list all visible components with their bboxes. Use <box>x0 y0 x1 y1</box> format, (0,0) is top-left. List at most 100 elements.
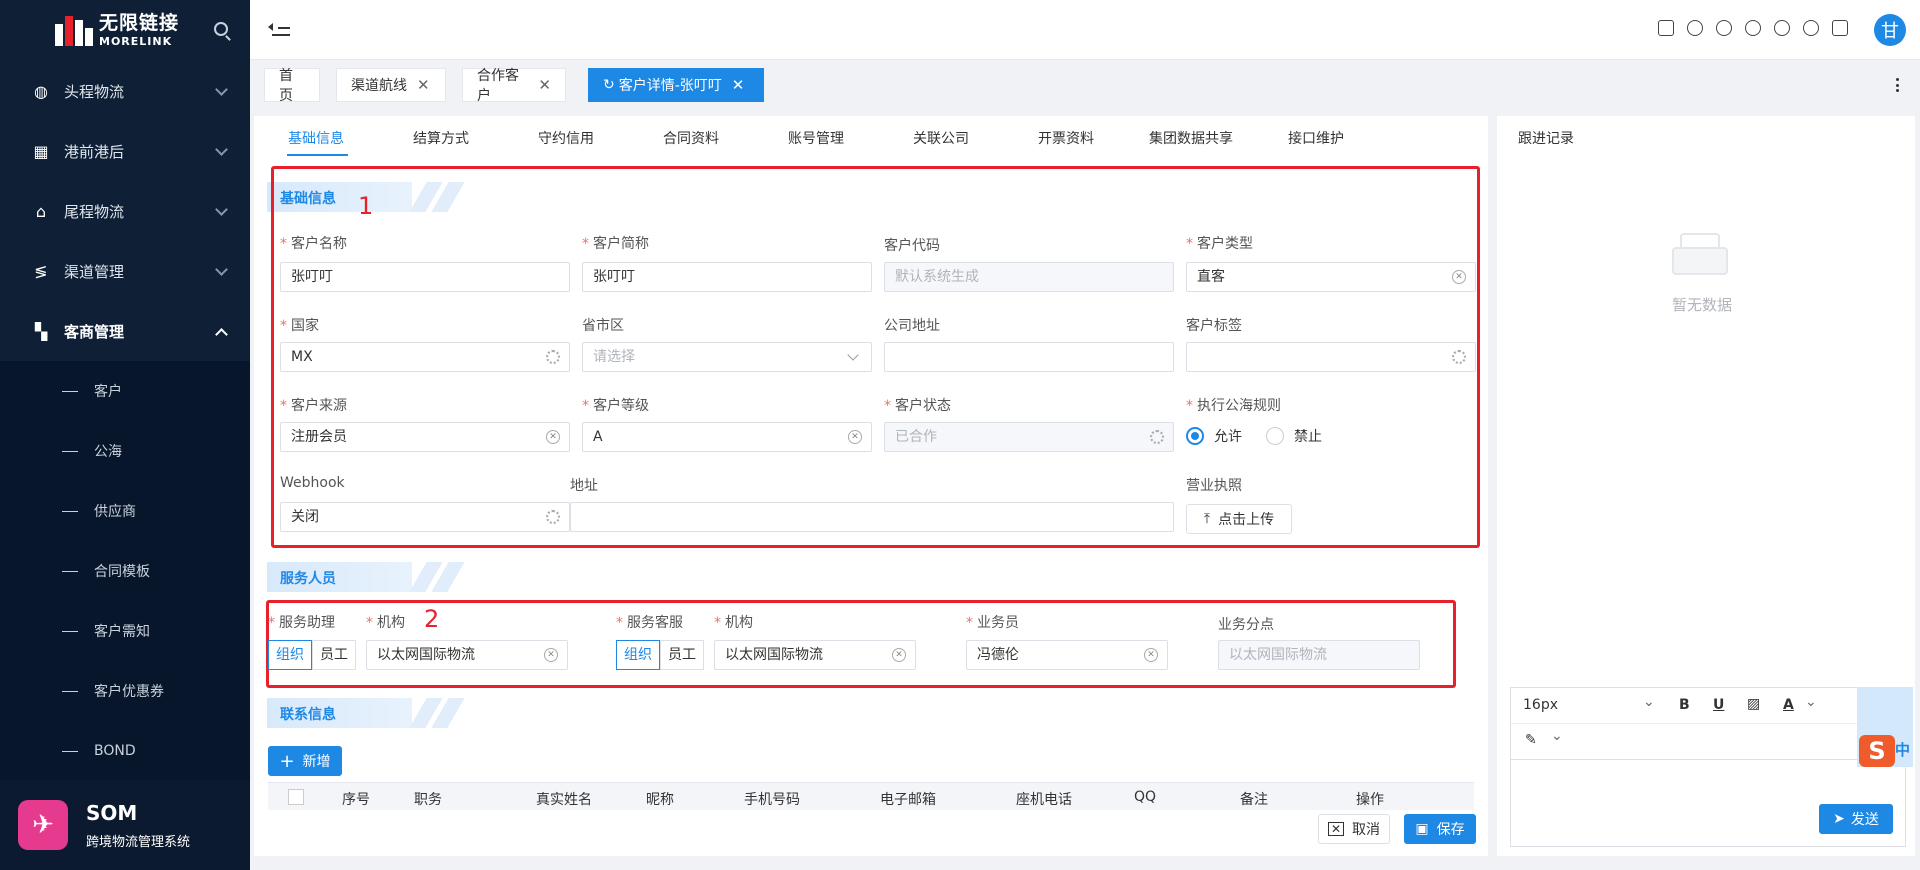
chevron-down-icon[interactable]: ⌄ <box>1551 728 1563 744</box>
webhook-select[interactable]: 关闭 <box>280 502 570 532</box>
cs-type-toggle[interactable]: 组织 员工 <box>616 640 704 670</box>
clear-icon[interactable]: ✕ <box>544 648 558 662</box>
send-button[interactable]: ➤ 发送 <box>1819 804 1893 834</box>
sidebar-subitem-customer[interactable]: 客户 <box>0 361 250 421</box>
assistant-org-label: * 机构 <box>366 615 405 631</box>
annotation-label-1: 1 <box>358 192 374 220</box>
detail-subtabs: 基础信息 结算方式 守约信用 合同资料 账号管理 关联公司 开票资料 集团数据共… <box>254 116 1488 160</box>
cs-org-select[interactable]: 以太网国际物流 ✕ <box>714 640 916 670</box>
bold-icon[interactable]: B <box>1679 697 1690 713</box>
subtab-settlement[interactable]: 结算方式 <box>413 128 469 148</box>
sidebar-subitem-supplier[interactable]: 供应商 <box>0 481 250 541</box>
sidebar-subitem-notice[interactable]: 客户需知 <box>0 601 250 661</box>
seg-org[interactable]: 组织 <box>268 640 312 670</box>
subtab-basic-info[interactable]: 基础信息 <box>288 128 344 148</box>
tab-customer-detail[interactable]: ↻ 客户详情-张叮叮 ✕ <box>588 68 764 102</box>
clear-icon[interactable]: ✕ <box>848 430 862 444</box>
settings-icon[interactable] <box>546 350 560 364</box>
region-select[interactable]: 请选择 <box>582 342 872 372</box>
subtab-invoice[interactable]: 开票资料 <box>1038 128 1094 148</box>
logo[interactable]: 无限链接 MORELINK <box>0 0 250 60</box>
settings-icon[interactable] <box>1452 350 1466 364</box>
more-icon[interactable] <box>1896 78 1900 92</box>
sidebar-item-merchant[interactable]: ▚ 客商管理 <box>0 301 250 361</box>
share-icon[interactable] <box>1774 20 1790 36</box>
subtab-contracts[interactable]: 合同资料 <box>663 128 719 148</box>
subtab-api[interactable]: 接口维护 <box>1288 128 1344 148</box>
sidebar-item-last-mile[interactable]: ⌂ 尾程物流 <box>0 181 250 241</box>
image-icon[interactable]: ▨ <box>1747 696 1760 712</box>
sea-rule-deny-radio[interactable]: 禁止 <box>1266 426 1322 446</box>
avatar[interactable]: 甘 <box>1874 14 1906 46</box>
sidebar-item-port[interactable]: ▦ 港前港后 <box>0 121 250 181</box>
assistant-org-select[interactable]: 以太网国际物流 ✕ <box>366 640 568 670</box>
clear-icon[interactable]: ✕ <box>1452 270 1466 284</box>
customer-code-input[interactable]: 默认系统生成 <box>884 262 1174 292</box>
salesperson-select[interactable]: 冯德伦 ✕ <box>966 640 1168 670</box>
sidebar-item-channel[interactable]: ≶ 渠道管理 <box>0 241 250 301</box>
clear-icon[interactable]: ✕ <box>1144 648 1158 662</box>
seg-staff[interactable]: 员工 <box>312 640 356 670</box>
seg-staff[interactable]: 员工 <box>660 640 704 670</box>
country-select[interactable]: MX <box>280 342 570 372</box>
menu-toggle-icon[interactable] <box>268 18 290 38</box>
highlight-icon[interactable]: ✎ <box>1525 732 1537 748</box>
tab-channel-routes[interactable]: 渠道航线 ✕ <box>336 68 446 102</box>
branch-input[interactable]: 以太网国际物流 <box>1218 640 1420 670</box>
sidebar-subitem-bond[interactable]: BOND <box>0 721 250 781</box>
subtab-credit[interactable]: 守约信用 <box>538 128 594 148</box>
section-contact-info: 联系信息 <box>267 698 467 728</box>
subtab-group-share[interactable]: 集团数据共享 <box>1149 128 1233 148</box>
clear-icon[interactable]: ✕ <box>892 648 906 662</box>
clear-icon[interactable]: ✕ <box>546 430 560 444</box>
level-select[interactable]: A ✕ <box>582 422 872 452</box>
sidebar-subitem-coupon[interactable]: 客户优惠券 <box>0 661 250 721</box>
save-button[interactable]: ▣ 保存 <box>1404 814 1476 844</box>
customer-name-input[interactable]: 张叮叮 <box>280 262 570 292</box>
editor-toolbar: 16px ⌄ B U ▨ A ⌄ <box>1511 688 1905 724</box>
refresh-icon[interactable]: ↻ <box>603 77 615 93</box>
clock-icon[interactable] <box>1716 20 1732 36</box>
cancel-button[interactable]: ✕ 取消 <box>1318 814 1390 844</box>
send-icon: ➤ <box>1833 811 1845 827</box>
short-name-input[interactable]: 张叮叮 <box>582 262 872 292</box>
status-select[interactable]: 已合作 <box>884 422 1174 452</box>
add-contact-button[interactable]: + 新增 <box>268 746 342 776</box>
tab-home[interactable]: 首页 <box>264 68 320 104</box>
user-switch-icon[interactable] <box>1687 20 1703 36</box>
sea-rule-label: * 执行公海规则 <box>1186 398 1281 414</box>
address-input[interactable] <box>570 502 1174 532</box>
tab-partner-customers[interactable]: 合作客户 ✕ <box>462 68 566 104</box>
select-all-checkbox[interactable] <box>288 789 304 805</box>
font-color-icon[interactable]: A <box>1783 697 1794 713</box>
source-select[interactable]: 注册会员 ✕ <box>280 422 570 452</box>
underline-icon[interactable]: U <box>1713 697 1724 713</box>
upload-license-button[interactable]: ⤒ 点击上传 <box>1186 504 1292 534</box>
close-icon[interactable]: ✕ <box>732 76 745 94</box>
settings-icon[interactable] <box>546 510 560 524</box>
close-icon[interactable]: ✕ <box>538 76 551 94</box>
country-label: * 国家 <box>280 318 319 334</box>
company-address-input[interactable] <box>884 342 1174 372</box>
subtab-accounts[interactable]: 账号管理 <box>788 128 844 148</box>
language-icon[interactable] <box>1745 20 1761 36</box>
sidebar-subitem-contract-template[interactable]: 合同模板 <box>0 541 250 601</box>
sidebar-item-first-mile[interactable]: ◍ 头程物流 <box>0 61 250 121</box>
seg-org[interactable]: 组织 <box>616 640 660 670</box>
font-size-select[interactable]: 16px <box>1523 697 1558 713</box>
chevron-down-icon[interactable]: ⌄ <box>1643 694 1655 710</box>
subtab-related-company[interactable]: 关联公司 <box>913 128 969 148</box>
close-icon[interactable]: ✕ <box>417 76 430 94</box>
contact-table-header: 序号 职务 真实姓名 昵称 手机号码 电子邮箱 座机电话 QQ 备注 操作 <box>268 782 1474 810</box>
ime-widget[interactable]: S 中 <box>1857 687 1913 767</box>
customer-tag-select[interactable] <box>1186 342 1476 372</box>
monitor-icon[interactable] <box>1658 20 1674 36</box>
bag-icon[interactable] <box>1832 20 1848 36</box>
sidebar-subitem-sea[interactable]: 公海 <box>0 421 250 481</box>
sea-rule-allow-radio[interactable]: 允许 <box>1186 426 1242 446</box>
chevron-down-icon[interactable]: ⌄ <box>1805 694 1817 710</box>
assistant-type-toggle[interactable]: 组织 员工 <box>268 640 356 670</box>
search-icon[interactable] <box>214 22 228 36</box>
customer-type-select[interactable]: 直客 ✕ <box>1186 262 1476 292</box>
help-icon[interactable] <box>1803 20 1819 36</box>
